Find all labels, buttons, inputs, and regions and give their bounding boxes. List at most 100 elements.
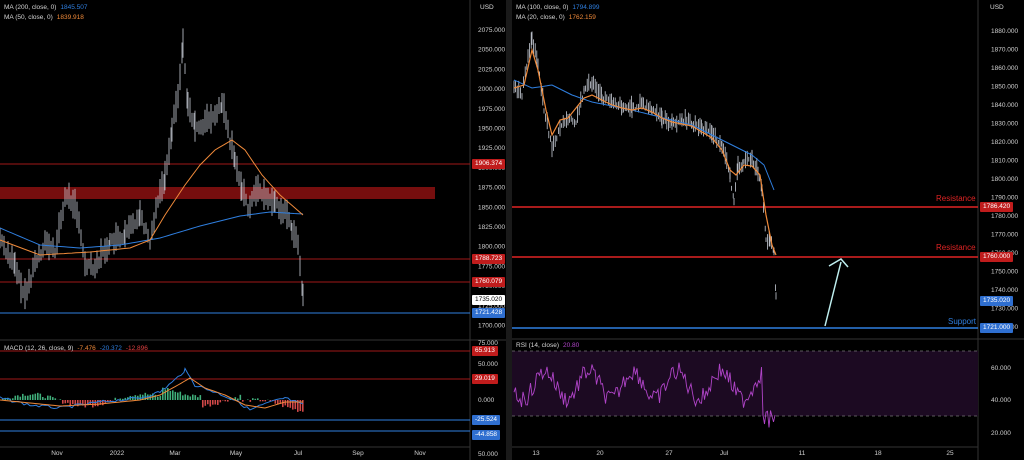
rsi-tick-label: 60.000	[991, 365, 1011, 372]
macd-bar	[59, 399, 62, 400]
left-chart-panel[interactable]: 2075.000 2050.000 2025.000 2000.000 1975.000…	[0, 0, 506, 460]
price-tick-label: 2075.000	[478, 27, 505, 34]
price-tick-label: 1870.000	[991, 47, 1018, 54]
right-time-axis[interactable]: 13 20 27 Jul 11 18 25	[532, 450, 954, 457]
macd-value-2: -20.372	[99, 345, 122, 352]
macd-bar	[257, 398, 259, 400]
macd-bar	[174, 391, 177, 400]
price-tick-label: 2000.000	[478, 86, 505, 93]
time-label: Nov	[51, 450, 63, 457]
price-tick-label: 1740.000	[991, 287, 1018, 294]
macd-bar	[194, 395, 197, 400]
time-label: Jul	[720, 450, 729, 457]
legend-value: 1839.918	[56, 14, 84, 21]
left-chart-canvas[interactable]: 2075.000 2050.000 2025.000 2000.000 1975.000…	[0, 0, 506, 460]
macd-bar	[197, 397, 199, 400]
right-tag-support: 1721.000	[980, 323, 1014, 333]
macd-bar	[259, 400, 262, 402]
time-label: 13	[532, 450, 540, 457]
macd-bar	[242, 400, 244, 402]
macd-tag-mid: 29.019	[472, 374, 498, 384]
price-tick-label: 1800.000	[991, 176, 1018, 183]
right-ma100-legend[interactable]: MA (100, close, 0) 1794.899	[516, 3, 600, 12]
macd-bar	[29, 394, 32, 400]
right-chart-panel[interactable]: 1880.000 1870.000 1860.000 1850.000 1840.000…	[512, 0, 1024, 460]
price-tick-label: 1790.000	[991, 195, 1018, 202]
macd-bar	[17, 395, 19, 400]
left-time-axis[interactable]: Nov 2022 Mar May Jul Sep Nov	[51, 450, 426, 457]
macd-tick-label: 0.000	[478, 397, 495, 404]
time-label: Nov	[414, 450, 426, 457]
price-tick-label: 2025.000	[478, 66, 505, 73]
macd-bar	[224, 400, 227, 402]
right-currency-label: USD	[990, 4, 1004, 11]
macd-bar	[184, 394, 187, 400]
macd-bar	[179, 391, 182, 400]
macd-bar	[92, 400, 94, 408]
macd-bar	[62, 400, 64, 404]
macd-bar	[27, 395, 29, 400]
legend-value: 1762.159	[568, 14, 596, 21]
macd-bar	[237, 398, 239, 400]
macd-bar	[227, 400, 229, 402]
macd-bar	[72, 400, 74, 405]
time-label: 27	[665, 450, 673, 457]
price-tick-label: 1830.000	[991, 121, 1018, 128]
macd-signal-line	[0, 377, 303, 409]
price-tick-label: 1700.000	[478, 323, 505, 330]
legend-value: 1794.899	[572, 4, 600, 11]
macd-legend[interactable]: MACD (12, 26, close, 9) -7.476 -20.372 -12.…	[4, 344, 148, 353]
macd-bar	[177, 392, 179, 400]
macd-tick-label: 50.000	[478, 451, 498, 458]
macd-bar	[207, 400, 209, 405]
right-last-price-tag: 1735.020	[980, 296, 1014, 306]
macd-bar	[264, 400, 267, 402]
right-ma20-legend[interactable]: MA (20, close, 0) 1762.159	[516, 13, 596, 22]
macd-tag-low2: -44.858	[472, 430, 501, 440]
price-tick-label: 1875.000	[478, 185, 505, 192]
price-tag-1788: 1788.723	[472, 254, 506, 264]
right-price-ticks: 1880.000 1870.000 1860.000 1850.000 1840.000…	[991, 28, 1018, 437]
right-chart-canvas[interactable]: 1880.0001870.0001860.0001850.0001840.000…	[512, 0, 1024, 460]
price-tag-1906: 1906.374	[472, 159, 506, 169]
macd-bar	[14, 395, 17, 400]
macd-tick-label: 50.000	[478, 361, 498, 368]
arrow-shaft	[824, 261, 842, 327]
macd-bar	[159, 395, 162, 400]
price-tick-label: 1730.000	[991, 306, 1018, 313]
macd-bar	[282, 400, 284, 408]
macd-bar	[49, 395, 52, 400]
price-tag-1760: 1760.079	[472, 277, 506, 287]
right-tag-resistance-1: 1786.420	[980, 202, 1014, 212]
macd-bar	[199, 395, 202, 400]
price-tick-label: 1880.000	[991, 28, 1018, 35]
time-label: Jul	[294, 450, 303, 457]
price-tick-label: 2050.000	[478, 47, 505, 54]
legend-label: MACD (12, 26, close, 9)	[4, 345, 74, 352]
resistance-label-upper: Resistance	[936, 194, 976, 203]
macd-bar	[217, 400, 219, 405]
rsi-legend[interactable]: RSI (14, close) 20.80	[516, 341, 579, 350]
left-ma200-legend[interactable]: MA (200, close, 0) 1845.507	[4, 3, 88, 12]
time-label: 20	[596, 450, 604, 457]
price-tick-label: 1975.000	[478, 106, 505, 113]
macd-bar	[47, 395, 49, 400]
price-tick-label: 1860.000	[991, 65, 1018, 72]
right-price-candles	[513, 31, 777, 300]
legend-label: MA (100, close, 0)	[516, 4, 569, 11]
macd-bar	[22, 393, 24, 400]
macd-bar	[19, 396, 22, 400]
price-tick-label: 1850.000	[991, 84, 1018, 91]
price-tick-label: 1925.000	[478, 145, 505, 152]
macd-bar	[32, 394, 34, 400]
legend-label: MA (20, close, 0)	[516, 14, 565, 21]
price-tick-label: 1810.000	[991, 158, 1018, 165]
time-label: Mar	[169, 450, 181, 457]
macd-value-3: -12.896	[125, 345, 148, 352]
rsi-tick-label: 20.000	[991, 430, 1011, 437]
left-ma50-legend[interactable]: MA (50, close, 0) 1839.918	[4, 13, 84, 22]
legend-value: 1845.507	[60, 4, 88, 11]
left-currency-label: USD	[480, 4, 494, 11]
macd-bar	[204, 400, 207, 406]
macd-bar	[214, 400, 217, 405]
